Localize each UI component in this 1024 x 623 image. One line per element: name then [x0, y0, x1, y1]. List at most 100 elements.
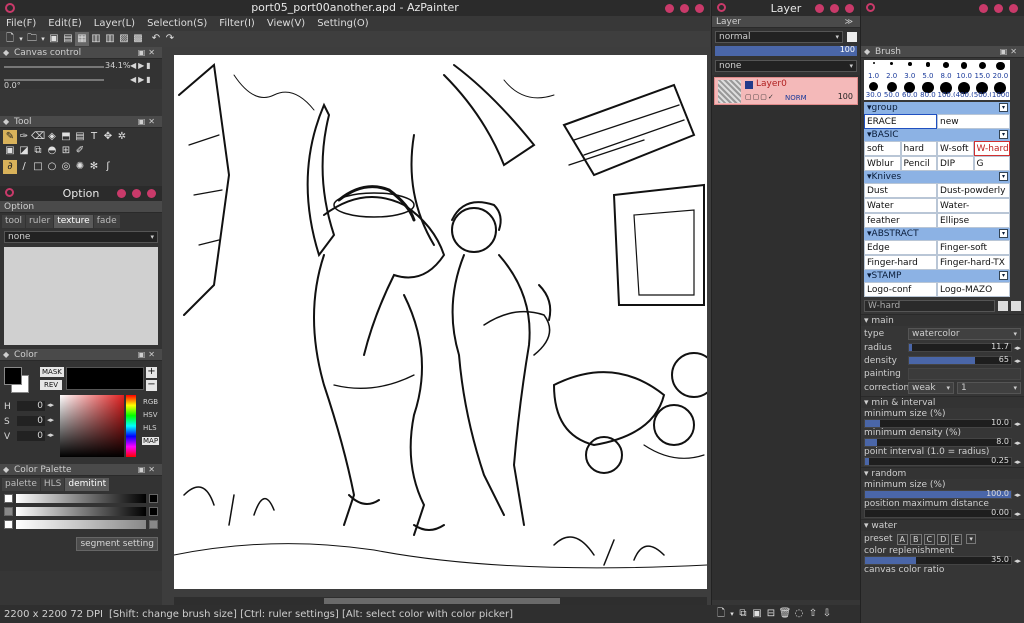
film-icon[interactable]: ▥	[89, 32, 103, 46]
gradient-start-swatch[interactable]	[4, 520, 13, 529]
brush-size-cell[interactable]: 5.0	[919, 61, 937, 80]
hue-slider[interactable]	[126, 395, 136, 457]
redo-icon[interactable]: ↷	[163, 32, 177, 46]
position-max-slider[interactable]: 0.00	[864, 508, 1012, 518]
brush-size-cell[interactable]: 60.0	[901, 80, 919, 99]
color-replenishment-stepper[interactable]: ◂▸	[1014, 557, 1021, 565]
new-layer-icon[interactable]: 🗋	[714, 607, 728, 621]
minimize-button[interactable]	[815, 4, 824, 13]
s-value[interactable]: 0	[17, 416, 45, 426]
preset-c-button[interactable]: C	[923, 533, 936, 545]
radius-slider[interactable]: 11.7	[908, 342, 1012, 352]
brush-size-cell[interactable]: 400.0	[955, 80, 973, 99]
tab-texture[interactable]: texture	[54, 215, 93, 228]
menu-layer[interactable]: Layer(L)	[94, 18, 135, 29]
brush-item[interactable]: feather	[864, 213, 937, 228]
brush-group-header[interactable]: ▾ Knives ▾	[864, 171, 1010, 183]
angle-stepper[interactable]: ◀▶▮	[130, 75, 153, 84]
brush-item[interactable]: new	[937, 114, 1010, 129]
text-tool-icon[interactable]: T	[87, 130, 101, 144]
layer-texture-select[interactable]: none ▾	[715, 60, 857, 72]
water-section[interactable]: ▾ water	[861, 519, 1024, 531]
freehand-icon[interactable]: ∂	[3, 160, 17, 174]
gradient-start-swatch[interactable]	[4, 494, 13, 503]
chevron-down-icon[interactable]: ▾	[728, 607, 736, 621]
horizontal-scroll-thumb[interactable]	[324, 598, 560, 604]
brush-size-cell[interactable]: 20.0	[991, 61, 1009, 80]
spline-icon[interactable]: ʃ	[101, 160, 115, 174]
fill-tool-icon[interactable]: ◈	[45, 130, 59, 144]
brush-size-cell[interactable]: 500.0	[973, 80, 991, 99]
open-folder-icon[interactable]: 🗀	[25, 32, 39, 46]
ellipse-icon[interactable]: ○	[45, 160, 59, 174]
move-tool-icon[interactable]: ✥	[101, 130, 115, 144]
preset-e-button[interactable]: E	[951, 533, 963, 545]
bezier-icon[interactable]: ✻	[87, 160, 101, 174]
picker-tool-icon[interactable]: ✐	[73, 144, 87, 158]
v-value[interactable]: 0	[17, 431, 45, 441]
maximize-button[interactable]	[680, 4, 689, 13]
zoom-stepper[interactable]: ◀▶▮	[130, 61, 153, 70]
brush-item[interactable]: Finger-hard	[864, 255, 937, 270]
brush-item[interactable]: soft	[864, 141, 901, 156]
density-stepper[interactable]: ◂▸	[1014, 357, 1021, 365]
mode-hsv[interactable]: HSV	[143, 411, 158, 419]
main-section[interactable]: ▾ main	[861, 314, 1024, 326]
lock-checkbox[interactable]	[847, 32, 857, 42]
polyline-icon[interactable]: ◎	[59, 160, 73, 174]
undo-icon[interactable]: ↶	[149, 32, 163, 46]
texture-select[interactable]: none ▾	[4, 231, 158, 243]
brush-item[interactable]: Ellipse	[937, 213, 1010, 228]
rev-button[interactable]: REV	[40, 380, 63, 390]
minimize-button[interactable]	[979, 4, 988, 13]
maximize-button[interactable]	[830, 4, 839, 13]
grid-icon[interactable]: ▦	[75, 32, 89, 46]
delete-layer-icon[interactable]: 🗑	[778, 607, 792, 621]
save-brush-icon[interactable]	[998, 301, 1008, 311]
brush-item[interactable]: Water	[864, 198, 937, 213]
brush-size-cell[interactable]: 1.0	[865, 61, 883, 80]
brush-item[interactable]: Logo-conf	[864, 282, 937, 297]
brush-group-header[interactable]: ▾ BASIC ▾	[864, 129, 1010, 141]
brush-item[interactable]: Dust	[864, 183, 937, 198]
random-section[interactable]: ▾ random	[861, 467, 1024, 479]
gradient-end-swatch[interactable]	[149, 494, 158, 503]
brush-group-header[interactable]: ▾ group ▾	[864, 102, 1010, 114]
h-stepper[interactable]: ◂▸	[47, 401, 54, 409]
right-menu-icon[interactable]	[866, 3, 875, 12]
film-alt-icon[interactable]: ▥	[103, 32, 117, 46]
close-button[interactable]	[695, 4, 704, 13]
s-stepper[interactable]: ◂▸	[47, 416, 54, 424]
brush-item[interactable]: Water-papertex	[937, 198, 1010, 226]
brush-size-cell[interactable]: 15.0	[973, 61, 991, 80]
brush-item[interactable]: Wblur	[864, 156, 901, 171]
gradient-bar[interactable]	[16, 520, 146, 529]
preset-menu-button[interactable]: ▾	[966, 534, 976, 544]
brush-item[interactable]: Finger-hard-TX	[937, 255, 1010, 270]
min-interval-section[interactable]: ▾ min & interval	[861, 396, 1024, 408]
panel-actions-icon[interactable]: ▣✕	[138, 116, 158, 128]
select-tool-icon[interactable]: ▣	[3, 144, 17, 158]
horizontal-scrollbar[interactable]	[174, 597, 707, 605]
layer-flag-icons[interactable]: ▢▢▢✓	[745, 93, 775, 101]
eraser-tool-icon[interactable]: ⌫	[31, 130, 45, 144]
preset-b-button[interactable]: B	[910, 533, 922, 545]
bucket-tool-icon[interactable]: ◓	[45, 144, 59, 158]
position-max-stepper[interactable]: ◂▸	[1014, 510, 1021, 518]
type-select[interactable]: watercolor ▾	[908, 328, 1021, 340]
brush-size-cell[interactable]: 1000.0	[991, 80, 1009, 99]
brush-item[interactable]: ERACE	[864, 114, 937, 129]
move-down-icon[interactable]: ⇩	[820, 607, 834, 621]
group-menu-icon[interactable]: ▾	[999, 229, 1008, 238]
rect-icon[interactable]: □	[31, 160, 45, 174]
mode-map[interactable]: MAP	[142, 437, 160, 445]
panel-actions-icon[interactable]: ▣✕	[1000, 46, 1020, 58]
save-icon[interactable]: ▣	[47, 32, 61, 46]
concentric-icon[interactable]: ✺	[73, 160, 87, 174]
random-min-size-stepper[interactable]: ◂▸	[1014, 491, 1021, 499]
brush-group-header[interactable]: ▾ ABSTRACT ▾	[864, 228, 1010, 240]
color-replenishment-slider[interactable]: 35.0	[864, 555, 1012, 565]
correction-select[interactable]: weak ▾	[908, 381, 954, 394]
brush-group-header[interactable]: ▾ STAMP ▾	[864, 270, 1010, 282]
close-button[interactable]	[845, 4, 854, 13]
